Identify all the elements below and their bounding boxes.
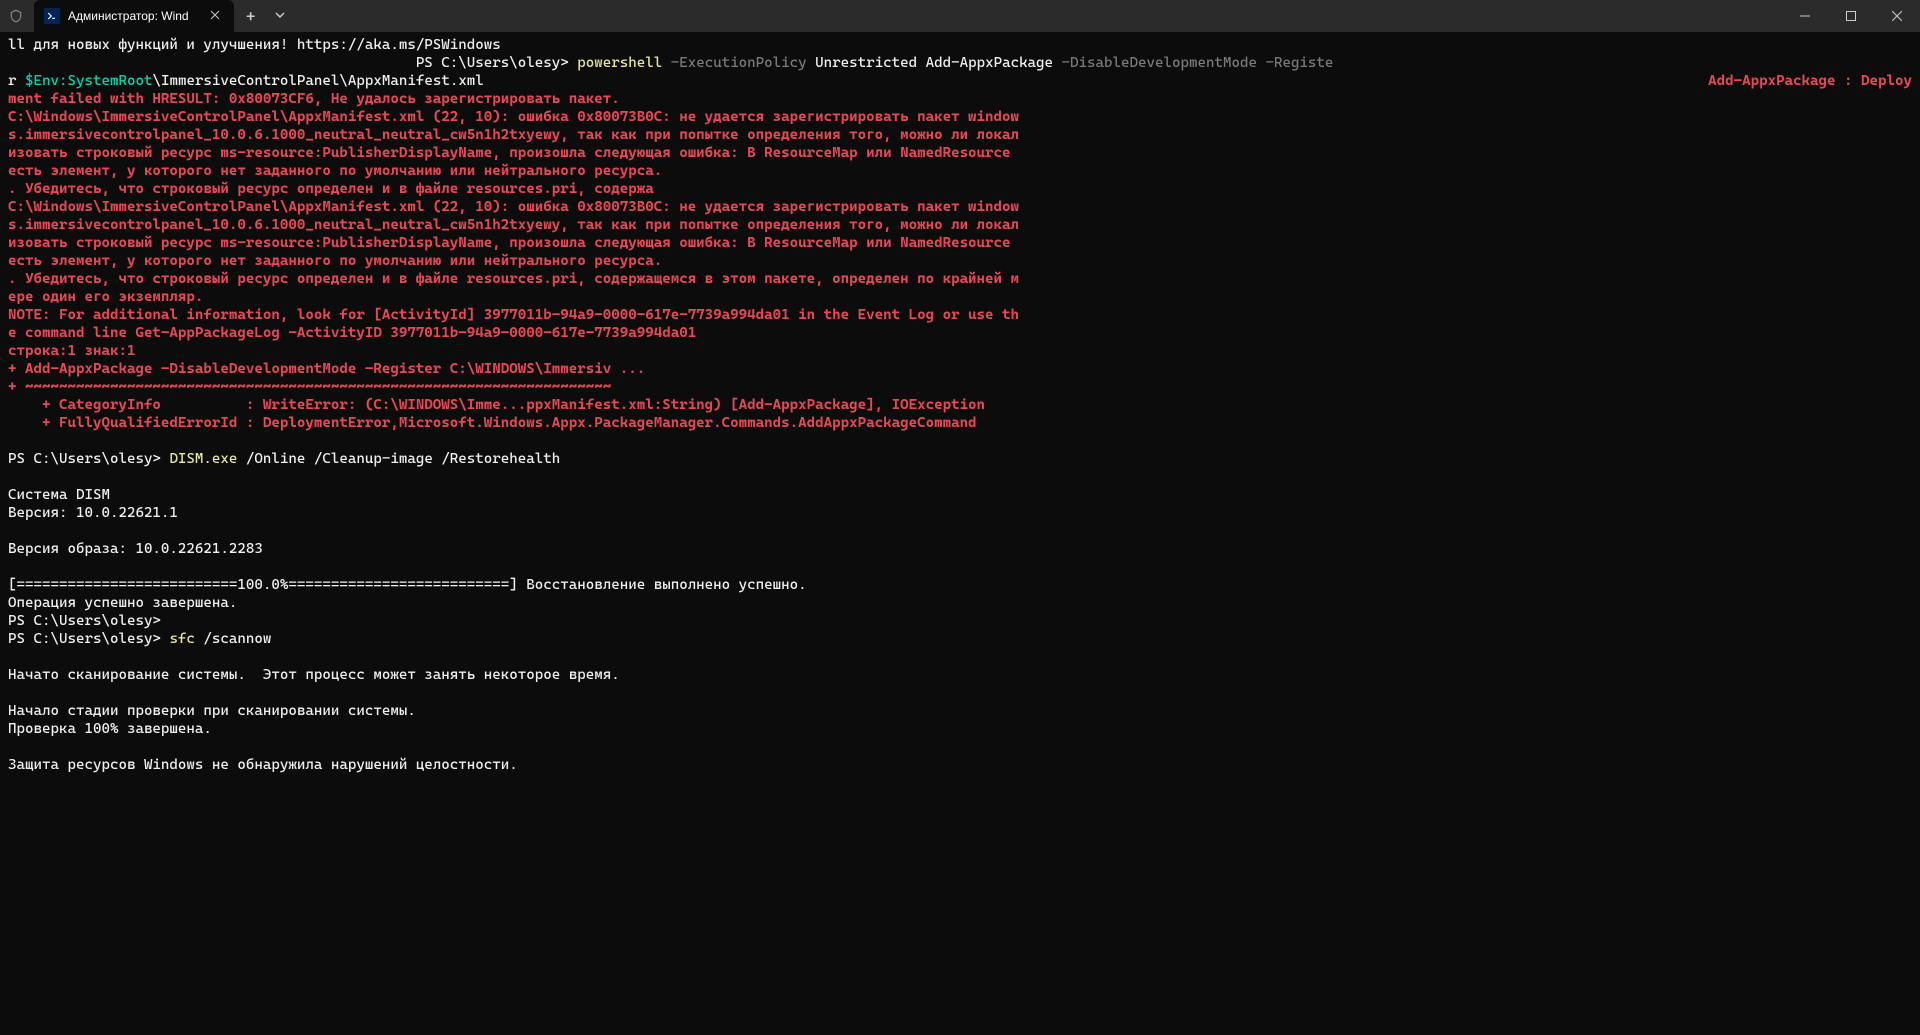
command: sfc (169, 631, 195, 647)
path: \ImmersiveControlPanel\AppxManifest.xml (152, 73, 483, 89)
titlebar: Администратор: Wind + (0, 0, 1920, 32)
maximize-button[interactable] (1828, 0, 1874, 32)
prompt: PS C:\Users\olesy> (8, 613, 161, 629)
blank-line (8, 649, 17, 665)
arg: Unrestricted Add-AppxPackage (815, 55, 1053, 71)
titlebar-left: Администратор: Wind + (0, 0, 293, 32)
terminal-tab[interactable]: Администратор: Wind (34, 0, 234, 32)
blank-line (8, 469, 17, 485)
window-controls (1782, 0, 1920, 32)
shield-icon (8, 8, 24, 24)
prompt: PS C:\Users\olesy> (8, 451, 169, 467)
close-window-button[interactable] (1874, 0, 1920, 32)
error-head-cont: ment failed with HRESULT: 0x80073CF6, Не… (8, 91, 620, 107)
param: -ExecutionPolicy (662, 55, 815, 71)
prompt: PS C:\Users\olesy> (416, 55, 577, 71)
prompt: PS C:\Users\olesy> (8, 631, 169, 647)
terminal-content[interactable]: ll для новых функций и улучшения! https:… (0, 32, 1920, 1035)
new-tab-button[interactable]: + (234, 7, 267, 26)
sfc-output: Начато сканирование системы. Этот процес… (8, 667, 620, 773)
args: /scannow (195, 631, 271, 647)
command: DISM.exe (169, 451, 237, 467)
env-var: $Env:SystemRoot (25, 73, 152, 89)
error-block: C:\Windows\ImmersiveControlPanel\AppxMan… (8, 109, 1019, 431)
param: -DisableDevelopmentMode -Registe (1053, 55, 1333, 71)
command: powershell (577, 55, 662, 71)
close-tab-button[interactable] (206, 7, 224, 25)
powershell-icon (44, 8, 60, 24)
tab-dropdown-button[interactable] (267, 10, 293, 23)
minimize-button[interactable] (1782, 0, 1828, 32)
error-head-right: Add-AppxPackage : Deploy (1708, 72, 1912, 90)
blank-line (8, 433, 17, 449)
args: /Online /Cleanup-image /Restorehealth (237, 451, 560, 467)
tab-title: Администратор: Wind (68, 9, 198, 23)
indent (8, 55, 416, 71)
dism-output: Cистема DISM Версия: 10.0.22621.1 Версия… (8, 487, 807, 611)
output-line: ll для новых функций и улучшения! https:… (8, 37, 501, 53)
cont: r (8, 73, 25, 89)
